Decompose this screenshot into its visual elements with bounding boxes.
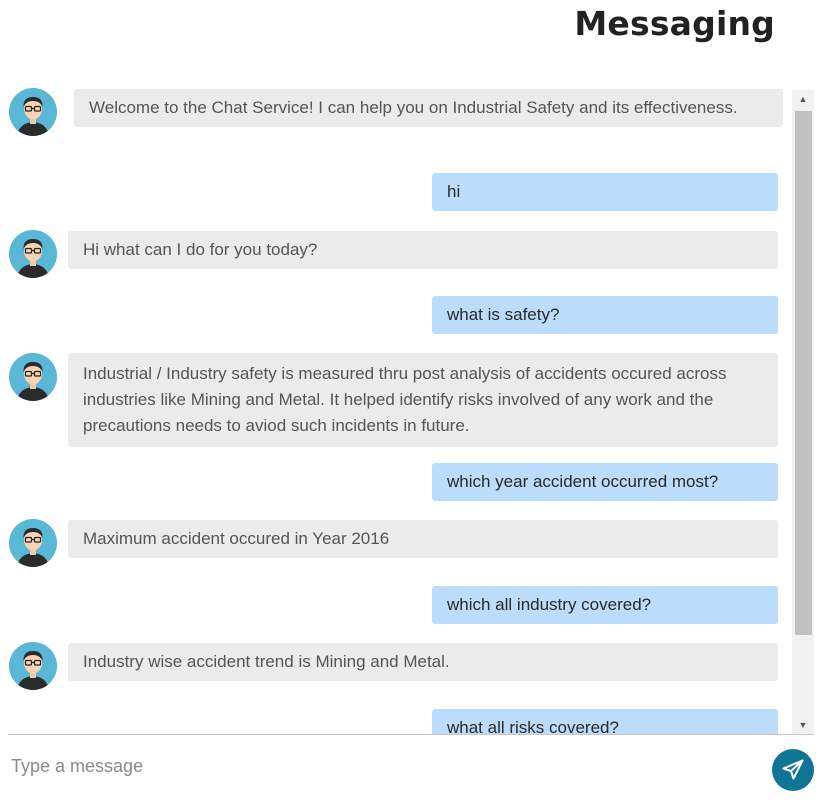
bot-avatar-icon: [9, 88, 57, 136]
bot-avatar-icon: [9, 230, 57, 278]
chat-scrollbar[interactable]: ▲ ▼: [792, 90, 814, 734]
chat-messages-panel[interactable]: Welcome to the Chat Service! I can help …: [0, 86, 814, 734]
send-button[interactable]: [772, 749, 814, 791]
bot-message-bubble: Industry wise accident trend is Mining a…: [68, 643, 778, 681]
bot-avatar-icon: [9, 519, 57, 567]
composer-divider: [8, 734, 814, 735]
bot-message-bubble: Maximum accident occured in Year 2016: [68, 520, 778, 558]
scroll-up-arrow-icon[interactable]: ▲: [792, 90, 814, 108]
bot-avatar-icon: [9, 642, 57, 690]
paper-plane-icon: [782, 759, 804, 780]
user-message-bubble: which year accident occurred most?: [432, 463, 778, 501]
bot-message-bubble: Welcome to the Chat Service! I can help …: [74, 89, 783, 127]
user-message-bubble: what all risks covered?: [432, 709, 778, 734]
bot-avatar-icon: [9, 353, 57, 401]
user-message-bubble: which all industry covered?: [432, 586, 778, 624]
scroll-down-arrow-icon[interactable]: ▼: [792, 716, 814, 734]
user-message-bubble: what is safety?: [432, 296, 778, 334]
bot-message-bubble: Hi what can I do for you today?: [68, 231, 778, 269]
page-title: Messaging: [574, 4, 775, 43]
message-input[interactable]: [4, 745, 754, 787]
bot-message-bubble: Industrial / Industry safety is measured…: [68, 353, 778, 447]
scrollbar-thumb[interactable]: [795, 111, 812, 635]
user-message-bubble: hi: [432, 173, 778, 211]
